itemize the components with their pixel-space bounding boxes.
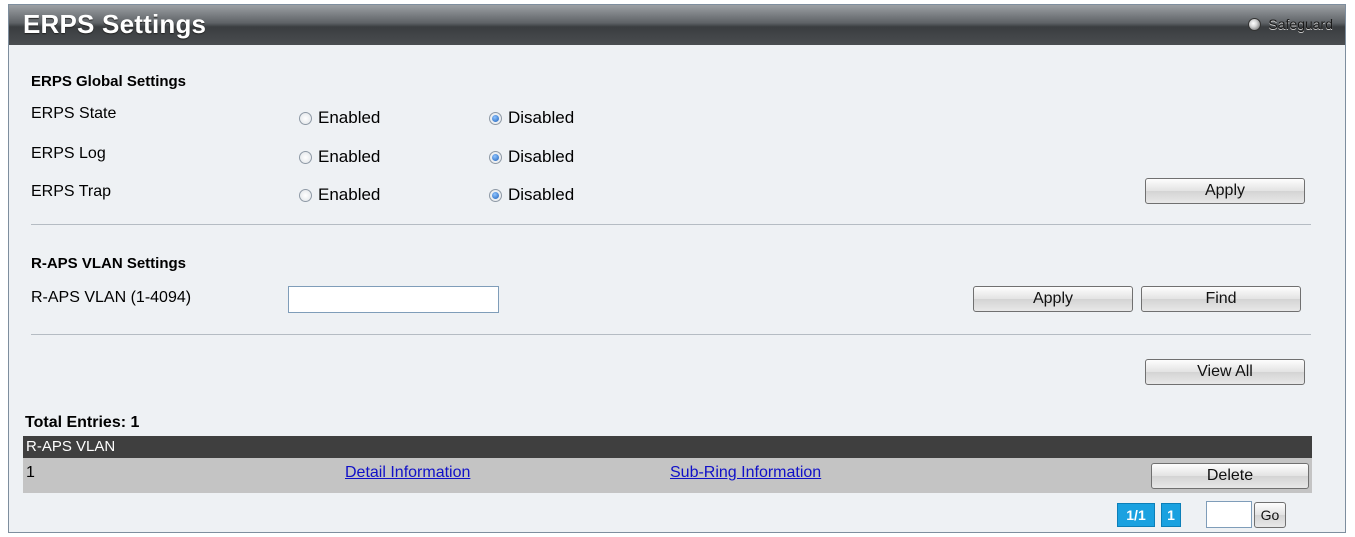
erps-trap-label: ERPS Trap: [31, 183, 112, 200]
divider: [31, 224, 1311, 225]
erps-trap-enabled-radio[interactable]: Enabled: [299, 185, 380, 205]
erps-trap-disabled-radio[interactable]: Disabled: [489, 185, 574, 205]
radio-checked-icon: [489, 150, 502, 164]
radio-label: Enabled: [318, 147, 381, 166]
table-header: R-APS VLAN: [23, 436, 1312, 458]
global-settings-title: ERPS Global Settings: [31, 73, 187, 90]
global-apply-button[interactable]: Apply: [1145, 178, 1305, 204]
raps-vlan-apply-button[interactable]: Apply: [973, 286, 1133, 312]
current-page-button[interactable]: 1: [1161, 503, 1181, 527]
page-number-input[interactable]: [1206, 501, 1252, 528]
detail-information-link[interactable]: Detail Information: [345, 464, 470, 482]
erps-log-label: ERPS Log: [31, 145, 106, 162]
radio-label: Disabled: [508, 147, 575, 166]
find-button[interactable]: Find: [1141, 286, 1301, 312]
radio-checked-icon: [489, 111, 502, 125]
divider: [31, 334, 1311, 335]
erps-settings-panel: ERPS Settings Safeguard ERPS Global Sett…: [8, 4, 1346, 533]
safeguard-status-icon: [1248, 17, 1262, 31]
radio-unchecked-icon: [299, 150, 312, 164]
vlan-id-cell: 1: [26, 464, 35, 481]
table-row: 1 Detail Information Sub-Ring Informatio…: [23, 458, 1312, 493]
radio-checked-icon: [489, 188, 502, 202]
radio-label: Enabled: [318, 185, 381, 204]
erps-log-disabled-radio[interactable]: Disabled: [489, 147, 574, 167]
safeguard-label: Safeguard: [1268, 16, 1333, 32]
go-button[interactable]: Go: [1254, 502, 1286, 528]
radio-label: Disabled: [508, 185, 575, 204]
view-all-button[interactable]: View All: [1145, 359, 1305, 385]
title-bar: ERPS Settings Safeguard: [9, 5, 1345, 45]
column-header-raps-vlan: R-APS VLAN: [26, 438, 116, 455]
total-entries: Total Entries: 1: [25, 414, 140, 431]
radio-unchecked-icon: [299, 111, 312, 125]
raps-vlan-input[interactable]: [288, 286, 499, 313]
sub-ring-information-link[interactable]: Sub-Ring Information: [670, 464, 821, 482]
page-title: ERPS Settings: [23, 9, 207, 39]
radio-label: Disabled: [508, 108, 575, 127]
erps-state-enabled-radio[interactable]: Enabled: [299, 108, 380, 128]
erps-state-disabled-radio[interactable]: Disabled: [489, 108, 574, 128]
erps-state-label: ERPS State: [31, 105, 117, 122]
raps-vlan-field-label: R-APS VLAN (1-4094): [31, 289, 192, 306]
page-status: 1/1: [1117, 503, 1155, 527]
radio-label: Enabled: [318, 108, 381, 127]
raps-vlan-settings-title: R-APS VLAN Settings: [31, 255, 187, 272]
safeguard-indicator: Safeguard: [1248, 16, 1333, 32]
erps-log-enabled-radio[interactable]: Enabled: [299, 147, 380, 167]
radio-unchecked-icon: [299, 188, 312, 202]
delete-button[interactable]: Delete: [1151, 463, 1309, 489]
